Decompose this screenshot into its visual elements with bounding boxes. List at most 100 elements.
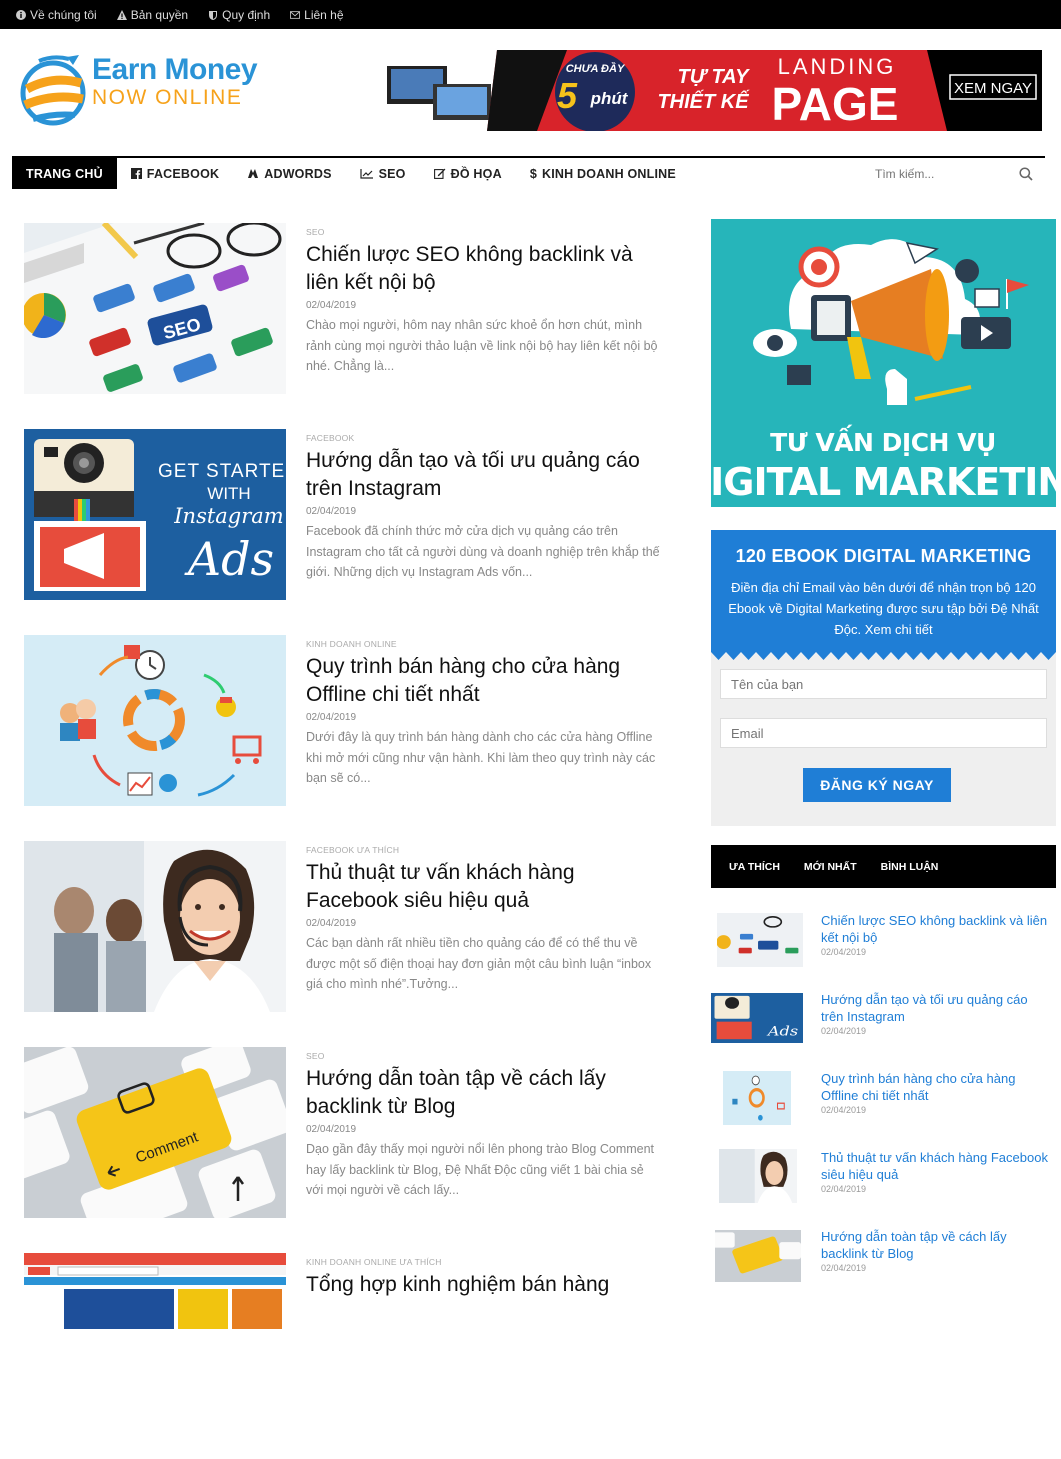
- post-item: SEO SEO Chiến lược SEO không backlink và…: [24, 223, 664, 429]
- search-input[interactable]: [875, 166, 995, 181]
- post-list: SEO SEO Chiến lược SEO không backlink và…: [24, 223, 664, 1459]
- post-category[interactable]: KINH DOANH ONLINE: [306, 639, 660, 649]
- banner-big: 5: [557, 75, 578, 116]
- post-title[interactable]: Chiến lược SEO không backlink và liên kế…: [306, 241, 660, 297]
- sidebar-post-item: Ads Hướng dẫn tạo và tối ưu quảng cáo tr…: [711, 989, 1056, 1068]
- post-date: 02/04/2019: [306, 300, 357, 311]
- post-title[interactable]: Hướng dẫn tạo và tối ưu quảng cáo trên I…: [306, 447, 660, 503]
- sidebar-post-title[interactable]: Quy trình bán hàng cho cửa hàng Offline …: [821, 1070, 1051, 1104]
- banner-unit: phút: [590, 89, 629, 108]
- post-excerpt: Dưới đây là quy trình bán hàng dành cho …: [306, 730, 656, 785]
- sidebar-post-item: Quy trình bán hàng cho cửa hàng Offline …: [711, 1068, 1056, 1147]
- topbar-link-copyright[interactable]: Bản quyền: [116, 8, 188, 22]
- register-button[interactable]: ĐĂNG KÝ NGAY: [803, 768, 951, 802]
- customer-support-thumbnail-image: [719, 1149, 797, 1203]
- topbar-link-label: Quy định: [222, 7, 271, 22]
- post-excerpt: Facebook đã chính thức mở cửa dịch vụ qu…: [306, 524, 660, 579]
- name-field[interactable]: [720, 669, 1047, 699]
- sidebar-tabs: ƯA THÍCH MỚI NHẤT BÌNH LUẬN: [711, 845, 1056, 888]
- post-category[interactable]: FACEBOOK ƯA THÍCH: [306, 845, 660, 855]
- nav-label: TRANG CHỦ: [26, 166, 103, 181]
- post-thumbnail[interactable]: [24, 1253, 286, 1424]
- tab-latest[interactable]: MỚI NHẤT: [804, 861, 857, 873]
- logo-word2: Money: [164, 53, 258, 86]
- post-body: KINH DOANH ONLINE Quy trình bán hàng cho…: [306, 639, 660, 789]
- post-date: 02/04/2019: [306, 712, 357, 723]
- banner-top: LANDING: [778, 54, 897, 79]
- svg-text:Instagram: Instagram: [173, 504, 283, 528]
- post-category[interactable]: SEO: [306, 1051, 660, 1061]
- ebook-title: 120 EBOOK DIGITAL MARKETING: [735, 546, 1032, 566]
- sidebar-post-item: Thủ thuật tư vấn khách hàng Facebook siê…: [711, 1147, 1056, 1226]
- sidebar-post-thumbnail[interactable]: Ads: [711, 993, 803, 1043]
- sidebar-ad-banner[interactable]: TƯ VẤN DỊCH VỤ DIGITAL MARKETING: [711, 219, 1056, 507]
- sidebar-post-title[interactable]: Thủ thuật tư vấn khách hàng Facebook siê…: [821, 1149, 1051, 1183]
- nav-item-business[interactable]: $ KINH DOANH ONLINE: [516, 158, 690, 189]
- sidebar-post-body: Chiến lược SEO không backlink và liên kế…: [821, 912, 1051, 957]
- site-logo[interactable]: Earn Money NOW ONLINE: [16, 53, 260, 159]
- warning-icon: [116, 9, 127, 20]
- post-excerpt: Dạo gần đây thấy mọi người nổi lên phong…: [306, 1142, 655, 1197]
- banner-mid1: TỰ TAY: [678, 66, 751, 88]
- post-category[interactable]: KINH DOANH ONLINE ƯA THÍCH: [306, 1257, 660, 1267]
- sidebar-post-title[interactable]: Hướng dẫn tạo và tối ưu quảng cáo trên I…: [821, 991, 1051, 1025]
- post-excerpt: Các bạn dành rất nhiều tiền cho quảng cá…: [306, 936, 652, 991]
- sidebar-post-body: Hướng dẫn tạo và tối ưu quảng cáo trên I…: [821, 991, 1051, 1036]
- post-title[interactable]: Thủ thuật tư vấn khách hàng Facebook siê…: [306, 859, 660, 915]
- post-title[interactable]: Hướng dẫn toàn tập về cách lấy backlink …: [306, 1065, 660, 1121]
- edit-icon: [433, 168, 446, 179]
- post-thumbnail[interactable]: GET STARTED WITH Instagram Ads: [24, 429, 286, 600]
- post-title[interactable]: Quy trình bán hàng cho cửa hàng Offline …: [306, 653, 660, 709]
- sales-process-thumbnail-image: [723, 1071, 791, 1125]
- main-nav: TRANG CHỦ FACEBOOK ADWORDS SEO ĐỒ HỌA $ …: [12, 156, 1045, 189]
- topbar-link-about[interactable]: Về chúng tôi: [16, 8, 97, 22]
- sidebar-post-body: Quy trình bán hàng cho cửa hàng Offline …: [821, 1070, 1051, 1115]
- sidebar-post-title[interactable]: Hướng dẫn toàn tập về cách lấy backlink …: [821, 1228, 1051, 1262]
- topbar-link-contact[interactable]: Liên hệ: [290, 8, 344, 22]
- post-category[interactable]: FACEBOOK: [306, 433, 660, 443]
- post-excerpt: Chào mọi người, hôm nay nhân sức khoẻ ổn…: [306, 318, 658, 373]
- sidebar-post-body: Thủ thuật tư vấn khách hàng Facebook siê…: [821, 1149, 1051, 1194]
- ad-line2: DIGITAL MARKETING: [711, 460, 1056, 504]
- svg-text:WITH: WITH: [207, 484, 250, 503]
- instagram-ads-thumbnail-image: Ads: [711, 993, 803, 1043]
- nav-label: KINH DOANH ONLINE: [541, 166, 676, 181]
- tab-comments[interactable]: BÌNH LUẬN: [881, 861, 939, 873]
- sidebar-post-list: Chiến lược SEO không backlink và liên kế…: [711, 910, 1056, 1305]
- nav-item-adwords[interactable]: ADWORDS: [233, 158, 345, 189]
- tab-favorite[interactable]: ƯA THÍCH: [729, 861, 780, 873]
- email-field[interactable]: [720, 718, 1047, 748]
- sidebar-post-thumbnail[interactable]: [723, 1071, 791, 1125]
- header-banner-ad[interactable]: CHƯA ĐẦY 5 phút TỰ TAY THIẾT KẾ LANDING …: [387, 50, 1042, 131]
- post-thumbnail[interactable]: [24, 635, 286, 806]
- post-thumbnail[interactable]: Comment: [24, 1047, 286, 1218]
- post-thumbnail[interactable]: SEO: [24, 223, 286, 394]
- line-chart-icon: [360, 169, 373, 179]
- nav-label: SEO: [378, 166, 406, 181]
- nav-item-graphics[interactable]: ĐỒ HỌA: [420, 158, 516, 189]
- sidebar-post-thumbnail[interactable]: [717, 913, 803, 967]
- search-icon[interactable]: [1019, 166, 1033, 181]
- post-date: 02/04/2019: [306, 1124, 357, 1135]
- banner-cta: XEM NGAY: [954, 80, 1032, 97]
- sidebar-post-thumbnail[interactable]: [715, 1230, 801, 1282]
- nav-item-home[interactable]: TRANG CHỦ: [12, 158, 117, 189]
- post-category[interactable]: SEO: [306, 227, 660, 237]
- mail-icon: [290, 10, 301, 19]
- post-thumbnail[interactable]: [24, 841, 286, 1012]
- sidebar-post-title[interactable]: Chiến lược SEO không backlink và liên kế…: [821, 912, 1051, 946]
- sidebar-post-body: Hướng dẫn toàn tập về cách lấy backlink …: [821, 1228, 1051, 1273]
- post-item: KINH DOANH ONLINE ƯA THÍCH Tổng hợp kinh…: [24, 1253, 664, 1459]
- sidebar-post-date: 02/04/2019: [821, 1184, 867, 1194]
- site-header: Earn Money NOW ONLINE CHƯA ĐẦY 5 phút TỰ…: [0, 29, 1061, 155]
- post-title[interactable]: Tổng hợp kinh nghiệm bán hàng: [306, 1271, 660, 1299]
- post-date: 02/04/2019: [306, 506, 357, 517]
- info-icon: [16, 9, 26, 20]
- sidebar-post-thumbnail[interactable]: [719, 1149, 797, 1203]
- post-date: 02/04/2019: [306, 918, 357, 929]
- nav-item-seo[interactable]: SEO: [346, 158, 420, 189]
- instagram-ads-thumbnail-image: GET STARTED WITH Instagram Ads: [24, 429, 286, 600]
- topbar-link-rules[interactable]: Quy định: [208, 8, 270, 22]
- post-item: GET STARTED WITH Instagram Ads FACEBOOK …: [24, 429, 664, 635]
- nav-item-facebook[interactable]: FACEBOOK: [117, 158, 233, 189]
